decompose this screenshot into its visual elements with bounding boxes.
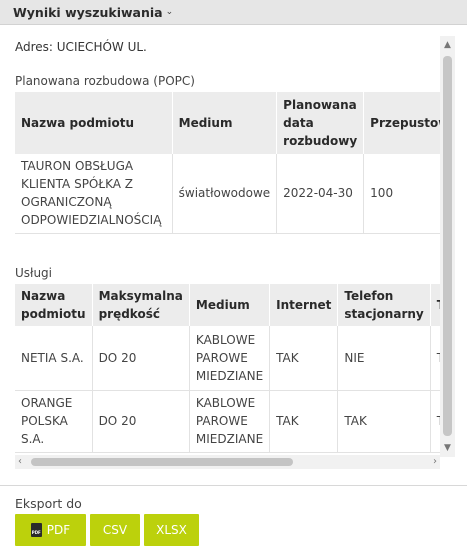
export-xlsx-label: XLSX: [156, 523, 187, 537]
services-header-speed: Maksymalna prędkość: [92, 284, 190, 326]
planned-cell-date: 2022-04-30: [276, 154, 365, 234]
export-pdf-button[interactable]: PDF PDF: [15, 514, 86, 546]
services-header-entity: Nazwa podmiotu: [15, 284, 93, 326]
services-cell-speed: DO 20: [92, 390, 190, 453]
services-cell-speed: DO 20: [92, 326, 190, 391]
planned-header-medium: Medium: [172, 92, 278, 154]
export-csv-label: CSV: [102, 523, 128, 537]
planned-cell-entity: TAURON OBSŁUGA KLIENTA SPÓŁKA Z OGRANICZ…: [15, 154, 173, 234]
address-text: Adres: UCIECHÓW UL.: [15, 40, 147, 54]
scroll-up-icon[interactable]: ▲: [440, 40, 455, 50]
services-cell-phone: NIE: [337, 326, 431, 391]
scroll-down-icon[interactable]: ▼: [440, 443, 455, 453]
services-header-medium: Medium: [189, 284, 271, 326]
planned-table: Nazwa podmiotu Medium Planowana data roz…: [15, 92, 455, 234]
horizontal-scrollbar[interactable]: ‹ ›: [15, 455, 440, 469]
export-pdf-label: PDF: [46, 523, 71, 537]
services-cell-entity: NETIA S.A.: [15, 326, 93, 391]
services-header-phone: Telefon stacjonarny: [337, 284, 431, 326]
scroll-right-icon[interactable]: ›: [433, 455, 437, 469]
planned-header-date: Planowana data rozbudowy: [276, 92, 365, 154]
horizontal-scrollbar-thumb[interactable]: [31, 458, 293, 466]
services-cell-medium: KABLOWE PAROWE MIEDZIANE: [189, 326, 271, 391]
planned-cell-medium: światłowodowe: [172, 154, 278, 234]
table-row: TAURON OBSŁUGA KLIENTA SPÓŁKA Z OGRANICZ…: [15, 154, 455, 234]
services-header-internet: Internet: [269, 284, 339, 326]
chevron-down-icon[interactable]: ⌄: [166, 7, 174, 17]
table-row: NETIA S.A. DO 20 KABLOWE PAROWE MIEDZIAN…: [15, 326, 455, 391]
scroll-left-icon[interactable]: ‹: [18, 455, 22, 469]
services-section-title: Usługi: [15, 266, 53, 280]
export-csv-button[interactable]: CSV: [90, 514, 140, 546]
services-cell-entity: ORANGE POLSKA S.A.: [15, 390, 93, 453]
planned-header-entity: Nazwa podmiotu: [15, 92, 173, 154]
vertical-scrollbar-thumb[interactable]: [443, 56, 452, 436]
services-cell-phone: TAK: [337, 390, 431, 453]
results-scroll-area[interactable]: Adres: UCIECHÓW UL. Planowana rozbudowa …: [0, 36, 455, 457]
results-header[interactable]: Wyniki wyszukiwania ⌄: [0, 0, 467, 25]
table-row: ORANGE POLSKA S.A. DO 20 KABLOWE PAROWE …: [15, 390, 455, 453]
services-cell-internet: TAK: [269, 326, 339, 391]
services-cell-medium: KABLOWE PAROWE MIEDZIANE: [189, 390, 271, 453]
services-cell-internet: TAK: [269, 390, 339, 453]
divider: [0, 485, 467, 486]
results-title: Wyniki wyszukiwania: [13, 4, 163, 20]
export-xlsx-button[interactable]: XLSX: [144, 514, 199, 546]
export-label: Eksport do: [15, 496, 82, 511]
services-table: Nazwa podmiotu Maksymalna prędkość Mediu…: [15, 284, 455, 453]
vertical-scrollbar[interactable]: ▲ ▼: [440, 36, 455, 457]
planned-section-title: Planowana rozbudowa (POPC): [15, 74, 195, 88]
pdf-file-icon: PDF: [30, 523, 42, 537]
